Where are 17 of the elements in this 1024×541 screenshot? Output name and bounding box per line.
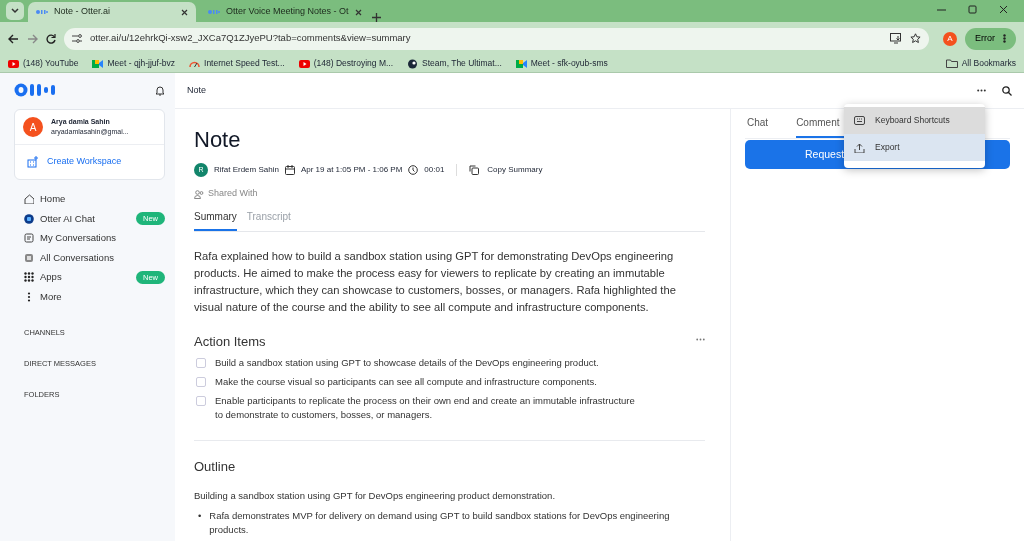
action-item-text: Build a sandbox station using GPT to showcase details of the DevOps engineering product. [215, 356, 599, 371]
duration: 00:01 [424, 164, 445, 177]
bullet-mark: • [198, 509, 202, 524]
note-title: Note [194, 127, 242, 154]
action-item-text: Make the course visual so participants can see all compute and infrastructure components. [215, 375, 597, 390]
url-text: otter.ai/u/12ehrkQi-xsw2_JXCa7Q1ZJyePU?tab=comments&view=summary [90, 31, 412, 46]
meeting-date: Apr 19 at 1:05 PM - 1:06 PM [300, 164, 403, 177]
action-item-text: Enable participants to replicate the process on their own end and create an immutable infrastructure to demonstrate to customers, bosses, or managers. [215, 394, 635, 423]
outline-intro: Building a sandbox station using GPT for DevOps engineering product demonstration. [194, 488, 557, 503]
section-title: Action Items [194, 332, 266, 351]
outline-point: Rafa demonstrates MVP for delivery on demand using GPT to build sandbox stations for DevOps engineering products. [209, 509, 671, 538]
author-name: Rifat Erdem Sahin [214, 164, 279, 177]
summary-paragraph: Rafa explained how to build a sandbox station using GPT for demonstrating DevOps engineering products. He aimed to make the process easy for viewers to replicate by creating an immutable infrastructure, which they can showcase to customers, bosses, or managers. Rafa highlighted the visual nature of the course and the ability to see all compute and infrastructure components. [194, 248, 677, 315]
section-title: Outline [194, 458, 236, 477]
tab-title: Note - Otter.ai [54, 5, 112, 19]
page-title: Note [187, 83, 206, 97]
tab-title: Otter Voice Meeting Notes - Ot [226, 5, 349, 19]
